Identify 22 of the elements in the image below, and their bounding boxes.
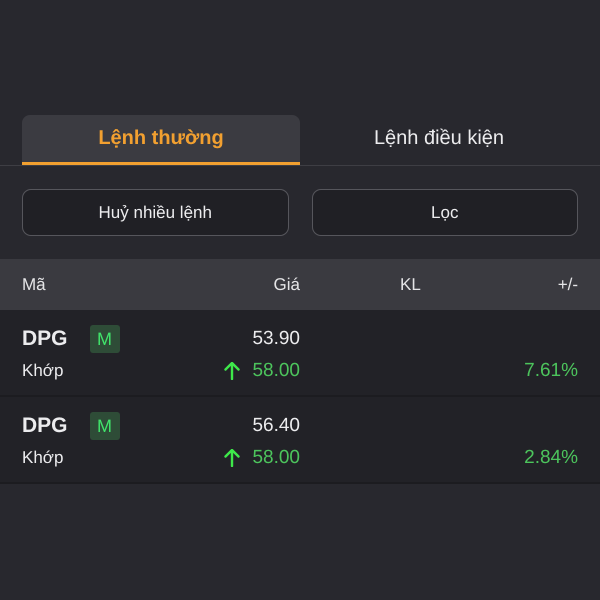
column-header: Giá [274,274,300,294]
market-badge: M [90,412,120,440]
stock-symbol: DPG [22,414,68,438]
matched-price: 58.00 [252,360,300,382]
order-status: Khớp [22,448,64,468]
column-header: +/- [558,274,578,294]
stock-symbol: DPG [22,327,68,351]
matched-price: 58.00 [252,447,300,469]
order-row[interactable]: DPG M 56.40 Khớp 58.00 2.84% [0,397,600,484]
order-status: Khớp [22,361,64,381]
price-change: 7.61% [524,360,578,382]
market-badge: M [90,325,120,353]
order-price: 56.40 [252,415,300,437]
order-row[interactable]: DPG M 53.90 Khớp 58.00 7.61% [0,310,600,397]
order-tab[interactable]: Lệnh thường [22,115,300,165]
price-change: 2.84% [524,447,578,469]
action-button[interactable]: Huỷ nhiều lệnh [22,189,288,236]
column-header: Mã [22,274,46,294]
column-header: KL [400,274,421,294]
order-price: 53.90 [252,328,300,350]
order-tab[interactable]: Lệnh điều kiện [300,115,578,165]
action-button[interactable]: Lọc [312,189,578,236]
